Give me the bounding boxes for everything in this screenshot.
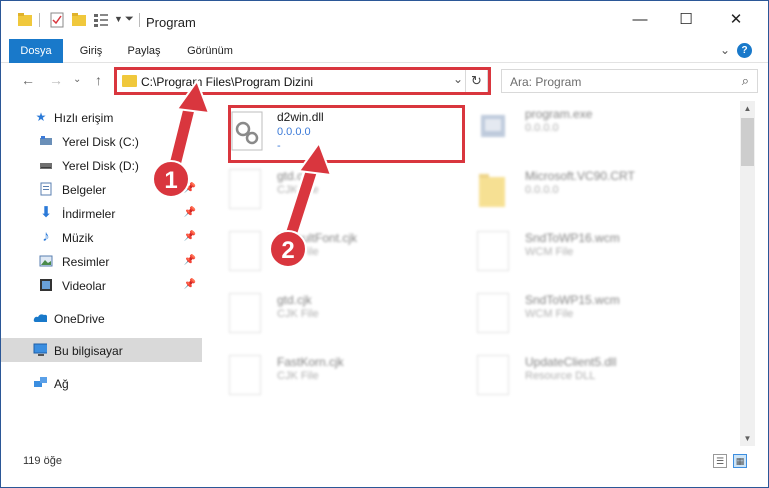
file-explorer-window: ▼ ⏷ Program — ☐ ✕ Dosya Giriş Paylaş Gör…: [0, 0, 769, 488]
step-1-badge: 1: [152, 160, 190, 198]
step-2-badge: 2: [269, 230, 307, 268]
arrow-1: [165, 78, 211, 181]
annotation-arrows: [165, 78, 333, 249]
arrow-2: [281, 140, 333, 249]
